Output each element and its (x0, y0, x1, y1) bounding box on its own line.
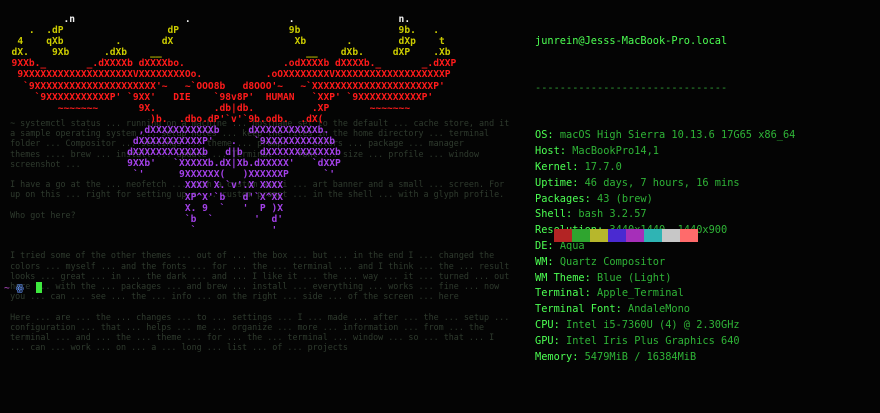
info-value: AndaleMono (628, 303, 690, 316)
ascii-art-line: ~~~~~~~ 9X. .db|db. .XP ~~~~~~~ (0, 102, 411, 114)
info-row: Uptime: 46 days, 7 hours, 16 mins (535, 176, 880, 192)
ascii-art-line: )b. .dbo.dP'`v'`9b.odb. .dX( (0, 113, 324, 125)
ascii-art-line: X. 9 ` ' P )X (0, 202, 284, 214)
info-colon: : (572, 176, 585, 189)
ascii-art-line: dXXXXXXXXXXXP' . `9XXXXXXXXXXXb (0, 136, 336, 148)
palette-swatch (626, 229, 644, 242)
info-colon: : (559, 145, 573, 158)
palette-swatch (680, 229, 698, 242)
home-directory-indicator: ~ (4, 283, 10, 294)
info-colon: : (584, 271, 598, 284)
info-value: bash 3.2.57 (578, 208, 647, 221)
info-value: 46 days, 7 hours, 16 mins (584, 176, 740, 189)
info-row: WM: Quartz Compositor (535, 255, 880, 271)
info-row: Terminal: Apple_Terminal (535, 286, 880, 302)
info-row: Host: MacBookPro14,1 (535, 144, 880, 160)
info-key: Terminal (535, 287, 585, 300)
palette-swatch (644, 229, 662, 242)
ascii-art-line: ` ' (0, 224, 278, 236)
shell-prompt[interactable]: ~ ꙮ (4, 282, 42, 295)
info-key: Shell (535, 208, 566, 221)
info-value: 43 (brew) (597, 192, 653, 205)
ascii-art-line: 9XXb._ _.dXXXXb dXXXXbo. .odXXXXb dXXXXb… (0, 58, 457, 70)
info-colon: : (553, 318, 567, 331)
palette-swatch (554, 229, 572, 242)
info-colon: : (615, 303, 628, 316)
info-key: DE (535, 239, 548, 252)
ascii-art-line: ,dXXXXXXXXXXXb dXXXXXXXXXXXb. (0, 124, 330, 136)
prompt-glyph-icon: ꙮ (15, 283, 24, 294)
info-colon: : (547, 255, 560, 268)
ascii-art-line: `b ` ' d' (0, 213, 284, 225)
info-colon: : (553, 334, 567, 347)
info-key: WM (535, 255, 548, 268)
info-key: Terminal Font (535, 303, 616, 316)
info-key: Memory (535, 350, 573, 363)
info-row: Shell: bash 3.2.57 (535, 207, 880, 223)
ascii-art-line: 9XXb' `XXXXXb.dX|Xb.dXXXXX' `dXXP (0, 158, 341, 170)
info-value: Quartz Compositor (559, 255, 666, 268)
info-key: Uptime (535, 176, 573, 189)
info-key: GPU (535, 334, 554, 347)
ascii-art-line: dXXXXXXXXXXXXb d|b dXXXXXXXXXXXXb (0, 147, 341, 159)
ascii-art-line: `9XXXXXXXXXXXP' `9XX' DIE `98v8P' HUMAN … (0, 91, 434, 103)
info-value: Blue (Light) (597, 271, 672, 284)
info-colon: : (572, 350, 585, 363)
info-key: Host (535, 145, 560, 158)
info-colon: : (566, 208, 579, 221)
ascii-art-line: `9XXXXXXXXXXXXXXXXXXXXX'~ ~`OOO8b d8OOO'… (0, 80, 445, 92)
ascii-art-line (0, 258, 530, 269)
ascii-art-line (0, 247, 530, 258)
ascii-art-line: 9XXXXXXXXXXXXXXXXXXXVXXXXXXXXOo. .oOXXXX… (0, 69, 451, 81)
user-host-header: junrein@Jesss-MacBook-Pro.local (535, 34, 728, 47)
info-row: WM Theme: Blue (Light) (535, 271, 880, 287)
palette-swatch (590, 229, 608, 242)
ascii-art-line: XP^X'`b d'`X^XX (0, 191, 284, 203)
palette-swatch (572, 229, 590, 242)
ascii-art-line: .n . . n. (0, 14, 411, 25)
ascii-art-line: 4 qXb . dX Xb . dXp t (0, 36, 445, 48)
ascii-art-line: . .dP dP 9b 9b. . (0, 25, 439, 37)
ascii-art-banner: .n . . n. . .dP dP 9b 9b. . 4 qXb . dX X… (0, 14, 530, 269)
color-palette (554, 229, 698, 242)
ascii-art-line: XXXX X.`v'.X XXXX (0, 180, 284, 192)
info-value: macOS High Sierra 10.13.6 17G65 x86_64 (559, 129, 796, 142)
info-key: WM Theme (535, 271, 585, 284)
text-cursor[interactable] (35, 282, 42, 293)
info-row: Packages: 43 (brew) (535, 192, 880, 208)
ascii-art-line: dX. 9Xb .dXb __ __ dXb. dXP .Xb (0, 47, 451, 59)
info-value: 17.7.0 (584, 160, 622, 173)
info-key: CPU (535, 318, 554, 331)
info-colon: : (547, 129, 560, 142)
info-value: MacBookPro14,1 (572, 145, 660, 158)
info-row: GPU: Intel Iris Plus Graphics 640 (535, 334, 880, 350)
info-key: OS (535, 129, 548, 142)
info-row: Kernel: 17.7.0 (535, 160, 880, 176)
header-separator: ------------------------------- (535, 81, 728, 94)
info-value: 5479MiB / 16384MiB (584, 350, 697, 363)
system-info-panel: junrein@Jesss-MacBook-Pro.local --------… (535, 2, 880, 397)
info-value: Intel i5-7360U (4) @ 2.30GHz (566, 318, 740, 331)
terminal-window[interactable]: ~ systemctl status ... running on a mach… (0, 0, 880, 413)
info-key: Kernel (535, 160, 573, 173)
info-value: Intel Iris Plus Graphics 640 (566, 334, 740, 347)
palette-swatch (662, 229, 680, 242)
ascii-art-line: `' 9XXXXXX( )XXXXXXP `' (0, 169, 336, 181)
info-row: CPU: Intel i5-7360U (4) @ 2.30GHz (535, 318, 880, 334)
info-colon: : (584, 287, 598, 300)
info-row: OS: macOS High Sierra 10.13.6 17G65 x86_… (535, 128, 880, 144)
info-row: Terminal Font: AndaleMono (535, 302, 880, 318)
info-value: Apple_Terminal (597, 287, 684, 300)
info-colon: : (572, 160, 585, 173)
info-key: Packages (535, 192, 585, 205)
palette-swatch (608, 229, 626, 242)
info-colon: : (584, 192, 598, 205)
ascii-art-line (0, 236, 530, 247)
info-row: Memory: 5479MiB / 16384MiB (535, 350, 880, 366)
